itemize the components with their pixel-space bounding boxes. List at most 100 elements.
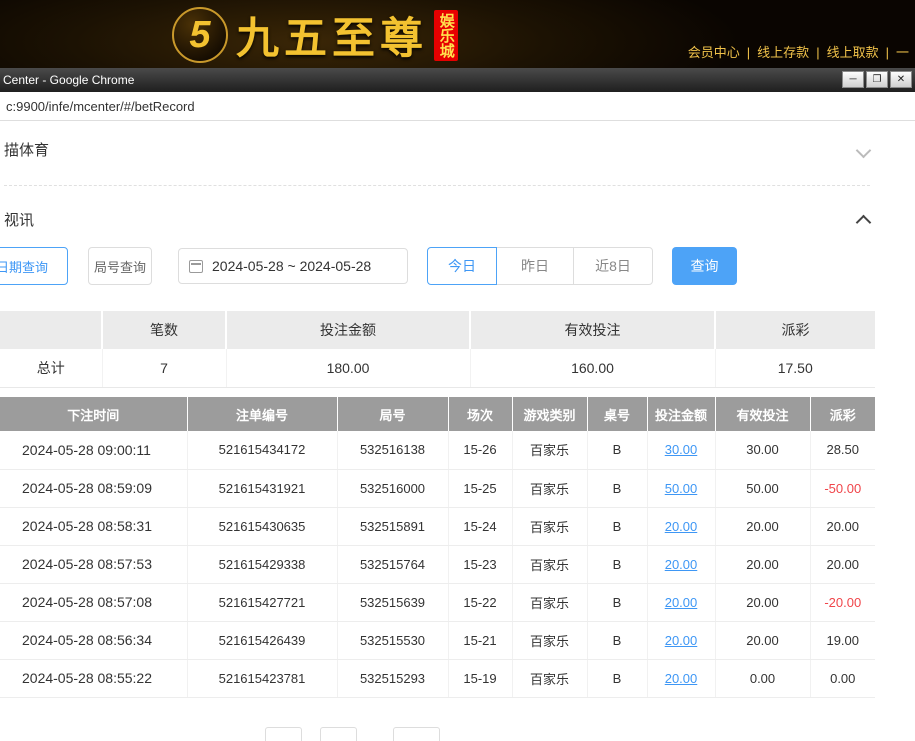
site-logo: 5 九五至尊 娱乐城 xyxy=(172,4,458,66)
bet-amount-link[interactable]: 20.00 xyxy=(665,519,698,534)
bet-time: 2024-05-28 09:00:11 xyxy=(0,431,187,469)
table-no: B xyxy=(587,431,647,469)
url-bar[interactable]: c:9900/infe/mcenter/#/betRecord xyxy=(0,92,915,121)
round-query-button[interactable]: 局号查询 xyxy=(88,247,152,285)
session: 15-26 xyxy=(448,431,512,469)
bet-time: 2024-05-28 08:57:08 xyxy=(0,583,187,621)
session: 15-19 xyxy=(448,659,512,697)
session: 15-21 xyxy=(448,621,512,659)
date-range-input[interactable]: 2024-05-28 ~ 2024-05-28 xyxy=(178,248,408,284)
payout: 19.00 xyxy=(810,621,875,659)
bet-amount[interactable]: 30.00 xyxy=(647,431,715,469)
payout: 28.50 xyxy=(810,431,875,469)
bet-time: 2024-05-28 08:59:09 xyxy=(0,469,187,507)
bet-time: 2024-05-28 08:58:31 xyxy=(0,507,187,545)
nav-link[interactable]: 会员中心 xyxy=(688,45,740,60)
game-type: 百家乐 xyxy=(512,583,587,621)
bet-id: 521615429338 xyxy=(187,545,337,583)
bet-time: 2024-05-28 08:56:34 xyxy=(0,621,187,659)
table-row: 2024-05-28 08:58:31521615430635532515891… xyxy=(0,507,875,545)
date-range-value: 2024-05-28 ~ 2024-05-28 xyxy=(212,258,371,274)
url-text: c:9900/infe/mcenter/#/betRecord xyxy=(6,99,195,114)
nav-separator: | xyxy=(886,45,889,60)
bet-amount[interactable]: 20.00 xyxy=(647,507,715,545)
calendar-icon xyxy=(189,260,203,273)
bet-amount-link[interactable]: 20.00 xyxy=(665,633,698,648)
valid-bet: 50.00 xyxy=(715,469,810,507)
bet-amount-link[interactable]: 20.00 xyxy=(665,557,698,572)
session: 15-23 xyxy=(448,545,512,583)
round-id: 532516138 xyxy=(337,431,448,469)
nav-link[interactable]: 线上存款 xyxy=(757,45,809,60)
payout: 20.00 xyxy=(810,545,875,583)
bet-header-row: 下注时间注单编号局号场次游戏类别桌号投注金额有效投注派彩 xyxy=(0,397,875,431)
bet-amount[interactable]: 20.00 xyxy=(647,583,715,621)
quick-range-button[interactable]: 今日 xyxy=(427,247,497,285)
bet-id: 521615434172 xyxy=(187,431,337,469)
bet-amount-link[interactable]: 20.00 xyxy=(665,671,698,686)
nav-separator: | xyxy=(816,45,819,60)
screen: 5 九五至尊 娱乐城 会员中心|线上存款|线上取款|一 Center - Goo… xyxy=(0,0,915,741)
bet-column-header: 游戏类别 xyxy=(512,397,587,431)
game-type: 百家乐 xyxy=(512,507,587,545)
close-icon[interactable]: ✕ xyxy=(890,71,912,88)
quick-range-button[interactable]: 昨日 xyxy=(496,247,574,285)
bet-id: 521615423781 xyxy=(187,659,337,697)
coin-number: 5 xyxy=(189,14,210,57)
quick-range-button[interactable]: 近8日 xyxy=(573,247,653,285)
summary-column-header: 投注金额 xyxy=(226,311,470,349)
quick-range-group: 今日昨日近8日 xyxy=(427,247,653,285)
logo-text: 九五至尊 xyxy=(236,4,428,66)
section-video[interactable]: 视讯 xyxy=(4,209,34,230)
bet-id: 521615430635 xyxy=(187,507,337,545)
chevron-down-icon[interactable] xyxy=(856,143,872,159)
summary-header-row: 笔数投注金额有效投注派彩 xyxy=(0,311,875,349)
minimize-icon[interactable]: ─ xyxy=(842,71,864,88)
pagination-button[interactable] xyxy=(265,727,302,741)
valid-bet: 30.00 xyxy=(715,431,810,469)
round-id: 532515764 xyxy=(337,545,448,583)
table-row: 2024-05-28 09:00:11521615434172532516138… xyxy=(0,431,875,469)
valid-bet: 20.00 xyxy=(715,545,810,583)
logo-badge: 娱乐城 xyxy=(434,10,458,61)
valid-bet: 20.00 xyxy=(715,507,810,545)
pagination-button[interactable] xyxy=(320,727,357,741)
maximize-icon[interactable]: ❐ xyxy=(866,71,888,88)
nav-link[interactable]: 一 xyxy=(896,45,909,60)
summary-column-header: 有效投注 xyxy=(470,311,715,349)
game-type: 百家乐 xyxy=(512,431,587,469)
bet-amount-link[interactable]: 20.00 xyxy=(665,595,698,610)
bet-amount[interactable]: 20.00 xyxy=(647,545,715,583)
pagination-button[interactable] xyxy=(393,727,440,741)
table-no: B xyxy=(587,507,647,545)
bet-amount-link[interactable]: 50.00 xyxy=(665,481,698,496)
round-id: 532515639 xyxy=(337,583,448,621)
bet-id: 521615431921 xyxy=(187,469,337,507)
total-bet-amount: 180.00 xyxy=(226,349,470,387)
bet-amount[interactable]: 20.00 xyxy=(647,621,715,659)
table-row: 2024-05-28 08:57:53521615429338532515764… xyxy=(0,545,875,583)
game-type: 百家乐 xyxy=(512,469,587,507)
session: 15-22 xyxy=(448,583,512,621)
chevron-up-icon[interactable] xyxy=(856,215,872,231)
session: 15-24 xyxy=(448,507,512,545)
section-sports[interactable]: 描体育 xyxy=(4,139,49,160)
bet-id: 521615427721 xyxy=(187,583,337,621)
search-button[interactable]: 查询 xyxy=(672,247,737,285)
table-row: 2024-05-28 08:56:34521615426439532515530… xyxy=(0,621,875,659)
bet-record-table: 下注时间注单编号局号场次游戏类别桌号投注金额有效投注派彩 2024-05-28 … xyxy=(0,397,875,698)
bet-id: 521615426439 xyxy=(187,621,337,659)
bet-amount-link[interactable]: 30.00 xyxy=(665,442,698,457)
bet-column-header: 局号 xyxy=(337,397,448,431)
bet-column-header: 派彩 xyxy=(810,397,875,431)
table-no: B xyxy=(587,583,647,621)
nav-link[interactable]: 线上取款 xyxy=(827,45,879,60)
round-id: 532515293 xyxy=(337,659,448,697)
window-titlebar[interactable]: Center - Google Chrome ─ ❐ ✕ xyxy=(0,68,915,92)
bet-amount[interactable]: 20.00 xyxy=(647,659,715,697)
bet-amount[interactable]: 50.00 xyxy=(647,469,715,507)
table-row: 2024-05-28 08:59:09521615431921532516000… xyxy=(0,469,875,507)
top-nav: 会员中心|线上存款|线上取款|一 xyxy=(688,42,909,61)
date-query-button[interactable]: 日期查询 xyxy=(0,247,68,285)
total-count: 7 xyxy=(102,349,226,387)
